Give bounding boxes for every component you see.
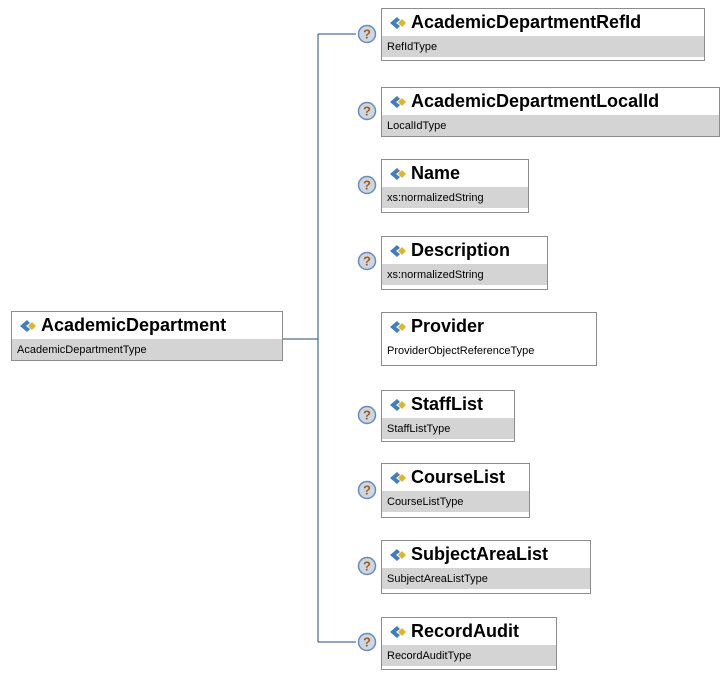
root-element[interactable]: AcademicDepartment AcademicDepartmentTyp… bbox=[11, 311, 283, 361]
element-diamond-icon bbox=[390, 244, 406, 257]
child-element[interactable]: SubjectAreaList SubjectAreaListType bbox=[381, 540, 591, 594]
child-element-type: SubjectAreaListType bbox=[382, 568, 590, 589]
element-diamond-icon bbox=[390, 95, 406, 108]
optional-marker-text: ? bbox=[363, 27, 371, 42]
optional-question-icon: ? bbox=[357, 556, 377, 576]
child-element-name: AcademicDepartmentLocalId bbox=[411, 91, 660, 111]
element-diamond-icon bbox=[390, 320, 406, 333]
branch-lines bbox=[318, 33, 356, 643]
child-element[interactable]: Description xs:normalizedString bbox=[381, 236, 548, 290]
child-element-name: Provider bbox=[411, 316, 485, 336]
optional-marker-text: ? bbox=[363, 178, 371, 193]
child-element-type: StaffListType bbox=[382, 418, 514, 439]
child-element[interactable]: RecordAudit RecordAuditType bbox=[381, 617, 557, 670]
child-element-name: StaffList bbox=[411, 394, 483, 414]
optional-marker-text: ? bbox=[363, 559, 371, 574]
child-element-type: RefIdType bbox=[382, 36, 704, 57]
child-element-name: SubjectAreaList bbox=[411, 544, 549, 564]
child-element-type: ProviderObjectReferenceType bbox=[382, 340, 596, 361]
child-element[interactable]: Provider ProviderObjectReferenceType bbox=[381, 312, 597, 366]
optional-question-icon: ? bbox=[357, 24, 377, 44]
optional-question-icon: ? bbox=[357, 480, 377, 500]
element-diamond-icon bbox=[390, 625, 406, 638]
child-element[interactable]: StaffList StaffListType bbox=[381, 390, 515, 442]
element-diamond-icon bbox=[390, 398, 406, 411]
element-diamond-icon bbox=[390, 548, 406, 561]
optional-question-icon: ? bbox=[357, 251, 377, 271]
root-element-name: AcademicDepartment bbox=[41, 315, 227, 335]
element-diamond-icon bbox=[390, 471, 406, 484]
child-element-type: RecordAuditType bbox=[382, 645, 556, 666]
optional-question-icon: ? bbox=[357, 101, 377, 121]
optional-marker-text: ? bbox=[363, 104, 371, 119]
child-element-name: Description bbox=[411, 240, 511, 260]
schema-diagram: AcademicDepartment AcademicDepartmentTyp… bbox=[0, 0, 720, 673]
child-element[interactable]: CourseList CourseListType bbox=[381, 463, 530, 518]
child-element-name: RecordAudit bbox=[411, 621, 519, 641]
element-diamond-icon bbox=[390, 167, 406, 180]
child-element-type: LocalIdType bbox=[382, 115, 719, 136]
child-element-name: AcademicDepartmentRefId bbox=[411, 12, 642, 32]
optional-marker-text: ? bbox=[363, 635, 371, 650]
optional-marker-text: ? bbox=[363, 483, 371, 498]
child-element[interactable]: AcademicDepartmentLocalId LocalIdType bbox=[381, 87, 720, 137]
child-element-type: xs:normalizedString bbox=[382, 264, 547, 285]
element-diamond-icon bbox=[20, 319, 36, 332]
child-element-name: CourseList bbox=[411, 467, 506, 487]
optional-marker-text: ? bbox=[363, 408, 371, 423]
child-element-type: CourseListType bbox=[382, 491, 529, 512]
optional-question-icon: ? bbox=[357, 632, 377, 652]
element-diamond-icon bbox=[390, 16, 406, 29]
child-element-type: xs:normalizedString bbox=[382, 187, 528, 208]
optional-marker-text: ? bbox=[363, 254, 371, 269]
child-element-name: Name bbox=[411, 163, 461, 183]
optional-question-icon: ? bbox=[357, 175, 377, 195]
root-element-type: AcademicDepartmentType bbox=[12, 339, 282, 360]
child-element[interactable]: AcademicDepartmentRefId RefIdType bbox=[381, 8, 705, 61]
child-element[interactable]: Name xs:normalizedString bbox=[381, 159, 529, 213]
optional-question-icon: ? bbox=[357, 405, 377, 425]
